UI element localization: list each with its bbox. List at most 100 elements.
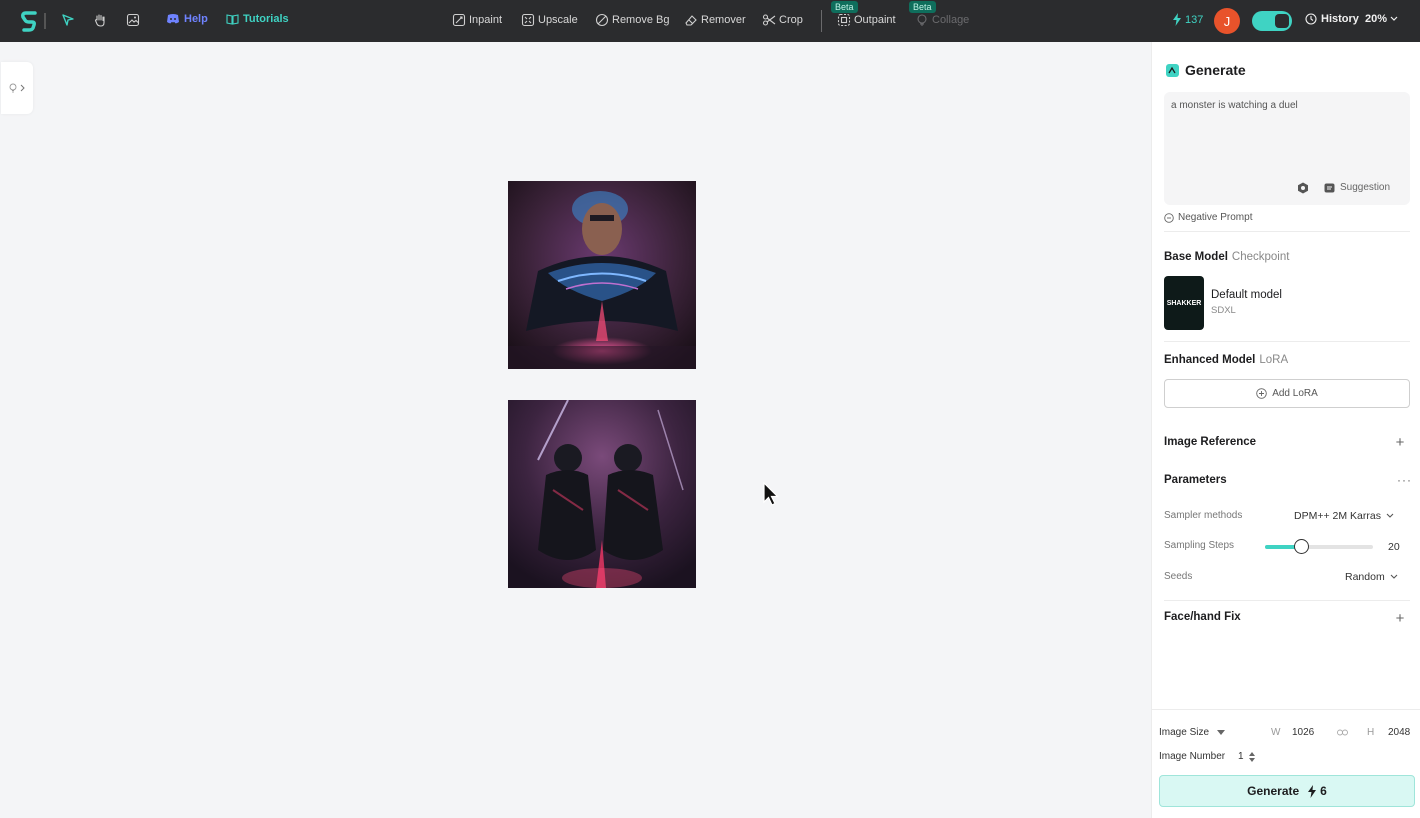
base-model-subtitle: Checkpoint bbox=[1231, 251, 1290, 263]
collage-icon bbox=[917, 14, 927, 26]
sampling-steps-value[interactable]: 20 bbox=[1388, 541, 1400, 553]
height-input[interactable]: 2048 bbox=[1388, 727, 1410, 738]
image-size-select[interactable]: Image Size bbox=[1159, 727, 1226, 738]
image-number-label: Image Number bbox=[1159, 751, 1226, 762]
zoom-dropdown[interactable]: 20% bbox=[1365, 13, 1398, 25]
add-lora-label: Add LoRA bbox=[1272, 388, 1318, 399]
collage-beta-badge: Beta bbox=[909, 1, 936, 13]
panel-title: Generate bbox=[1185, 62, 1246, 78]
remover-label: Remover bbox=[701, 14, 746, 26]
inpaint-tool-button[interactable]: Inpaint bbox=[452, 13, 502, 27]
outpaint-label: Outpaint bbox=[854, 14, 896, 26]
toggle-knob bbox=[1275, 14, 1289, 28]
book-icon bbox=[226, 14, 239, 25]
image-number-value: 1 bbox=[1238, 751, 1244, 762]
divider bbox=[1164, 600, 1410, 601]
tutorials-link[interactable]: Tutorials bbox=[226, 13, 289, 25]
chevron-down-icon bbox=[1386, 513, 1394, 518]
discord-icon bbox=[167, 14, 179, 24]
clock-icon bbox=[1305, 13, 1317, 25]
mode-toggle[interactable] bbox=[1252, 11, 1292, 31]
outpaint-tool-button[interactable]: Outpaint bbox=[837, 13, 896, 27]
base-model-thumbnail[interactable]: SHAKKER bbox=[1164, 276, 1204, 330]
negative-prompt-label: Negative Prompt bbox=[1178, 212, 1253, 223]
link-ratio-icon[interactable] bbox=[1337, 728, 1348, 737]
generated-image-2[interactable] bbox=[508, 400, 696, 588]
history-button[interactable]: History bbox=[1305, 13, 1359, 25]
image-reference-add-icon[interactable]: + bbox=[1393, 434, 1407, 451]
base-model-name[interactable]: Default model bbox=[1211, 289, 1282, 301]
divider bbox=[1164, 341, 1410, 342]
top-toolbar: Help Tutorials Inpaint Upscale Remove Bg… bbox=[0, 0, 1420, 42]
generate-button[interactable]: Generate 6 bbox=[1159, 775, 1415, 807]
base-model-label: Base Model bbox=[1164, 251, 1228, 263]
generate-cost: 6 bbox=[1320, 784, 1327, 798]
lightbulb-icon bbox=[9, 83, 17, 93]
suggestion-icon bbox=[1324, 183, 1335, 192]
parameters-more-icon[interactable]: ··· bbox=[1397, 473, 1412, 487]
credits-counter[interactable]: 137 bbox=[1172, 13, 1203, 26]
parameters-title: Parameters bbox=[1164, 474, 1227, 486]
generate-icon bbox=[1166, 63, 1179, 77]
enhanced-model-title: Enhanced Model LoRA bbox=[1164, 354, 1288, 366]
zoom-value: 20% bbox=[1365, 13, 1388, 25]
remove-bg-tool-button[interactable]: Remove Bg bbox=[595, 13, 669, 27]
sampler-value: DPM++ 2M Karras bbox=[1294, 510, 1381, 522]
chevron-down-icon bbox=[1390, 574, 1398, 579]
help-link[interactable]: Help bbox=[166, 13, 208, 25]
height-label: H bbox=[1367, 727, 1375, 738]
seeds-select[interactable]: Random bbox=[1345, 571, 1398, 583]
tutorials-label: Tutorials bbox=[243, 13, 289, 25]
select-arrow-icon[interactable] bbox=[59, 11, 77, 29]
user-avatar[interactable]: J bbox=[1214, 8, 1240, 34]
lightning-icon bbox=[1308, 784, 1317, 798]
left-panel-toggle[interactable] bbox=[1, 62, 33, 114]
collage-label: Collage bbox=[932, 14, 970, 26]
sampling-steps-label: Sampling Steps bbox=[1164, 540, 1235, 551]
generate-panel: Generate a monster is watching a duel Su… bbox=[1151, 42, 1420, 818]
stepper-arrows-icon[interactable] bbox=[1248, 751, 1255, 762]
image-number-stepper[interactable]: 1 bbox=[1238, 751, 1255, 762]
upscale-icon bbox=[521, 13, 535, 27]
generated-image-1[interactable] bbox=[508, 181, 696, 369]
outpaint-icon bbox=[837, 13, 851, 27]
enhanced-model-subtitle: LoRA bbox=[1259, 354, 1289, 366]
suggestion-button[interactable]: Suggestion bbox=[1324, 182, 1390, 193]
prompt-input[interactable]: a monster is watching a duel Suggestion bbox=[1164, 92, 1410, 205]
remover-tool-button[interactable]: Remover bbox=[684, 13, 746, 27]
upscale-tool-button[interactable]: Upscale bbox=[521, 13, 578, 27]
face-hand-fix-title: Face/hand Fix bbox=[1164, 611, 1241, 623]
eraser-icon bbox=[685, 15, 697, 26]
sampling-steps-slider[interactable] bbox=[1265, 545, 1373, 549]
prompt-text: a monster is watching a duel bbox=[1171, 100, 1298, 111]
slider-handle[interactable] bbox=[1294, 539, 1309, 554]
upscale-label: Upscale bbox=[538, 14, 578, 26]
collage-tool-button[interactable]: Collage bbox=[915, 13, 969, 27]
negative-prompt-toggle[interactable]: Negative Prompt bbox=[1164, 212, 1252, 223]
sampler-select[interactable]: DPM++ 2M Karras bbox=[1294, 510, 1394, 522]
generate-label: Generate bbox=[1247, 784, 1300, 798]
mouse-cursor-icon bbox=[763, 482, 779, 506]
seeds-value: Random bbox=[1345, 571, 1385, 583]
crop-label: Crop bbox=[779, 14, 803, 26]
divider bbox=[1164, 231, 1410, 232]
crop-tool-button[interactable]: Crop bbox=[762, 13, 803, 27]
base-model-title: Base Model Checkpoint bbox=[1164, 251, 1289, 263]
canvas-area[interactable] bbox=[0, 42, 1151, 818]
hand-pan-icon[interactable] bbox=[91, 11, 109, 29]
width-input[interactable]: 1026 bbox=[1292, 727, 1314, 738]
image-reference-title: Image Reference bbox=[1164, 436, 1257, 448]
history-label: History bbox=[1321, 13, 1359, 25]
add-lora-button[interactable]: Add LoRA bbox=[1164, 379, 1410, 408]
image-size-label: Image Size bbox=[1159, 727, 1210, 738]
face-hand-fix-add-icon[interactable]: + bbox=[1393, 610, 1407, 627]
plus-circle-icon bbox=[1256, 388, 1267, 399]
image-upload-icon[interactable] bbox=[124, 11, 142, 29]
toolbar-divider bbox=[821, 10, 822, 32]
seeds-label: Seeds bbox=[1164, 571, 1193, 582]
settings-hex-icon[interactable] bbox=[1297, 182, 1309, 194]
remove-bg-icon bbox=[595, 13, 609, 27]
inpaint-label: Inpaint bbox=[469, 14, 503, 26]
app-logo-icon[interactable] bbox=[18, 9, 42, 33]
enhanced-model-label: Enhanced Model bbox=[1164, 354, 1256, 366]
